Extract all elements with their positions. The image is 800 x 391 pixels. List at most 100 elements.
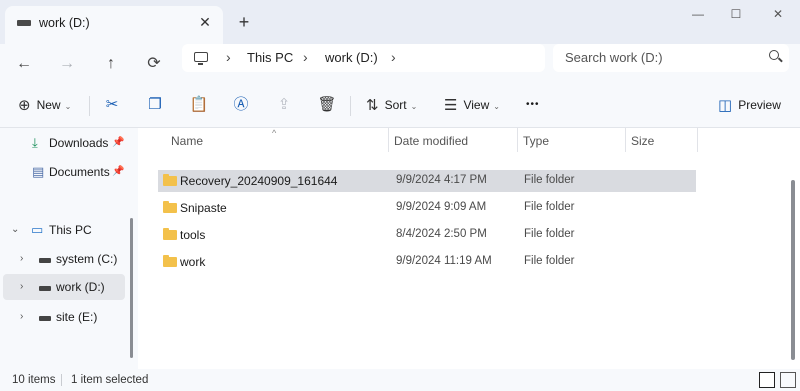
tiles-view-button[interactable] (780, 372, 796, 388)
view-list-icon: ☰ (444, 96, 458, 114)
chevron-right-icon[interactable]: › (226, 49, 231, 65)
file-name: Snipaste (180, 201, 227, 215)
pin-icon[interactable]: 📌 (112, 159, 124, 185)
item-count: 10 items (12, 374, 56, 386)
up-button[interactable]: ↑ (97, 50, 125, 78)
file-type: File folder (524, 228, 575, 240)
command-bar: ⊕ New ⌄ ✂ ❐ 📋 Ⓐ ⇪ 🗑 ⇅ Sort ⌄ ☰ View ⌄ ••• ◫ Pre… (0, 84, 800, 128)
breadcrumb-work-d[interactable]: work (D:) (325, 50, 378, 65)
search-box[interactable]: Search work (D:) (553, 44, 789, 72)
search-icon (769, 50, 779, 60)
sidebar-item-work-d[interactable]: › work (D:) (3, 274, 125, 300)
new-label: New (36, 98, 61, 112)
file-row[interactable]: work 9/9/2024 11:19 AM File folder (158, 251, 696, 273)
sidebar-item-label: This PC (49, 223, 92, 237)
cut-icon[interactable]: ✂ (101, 94, 123, 116)
new-button[interactable]: ⊕ New ⌄ (18, 94, 71, 116)
file-row[interactable]: Snipaste 9/9/2024 9:09 AM File folder (158, 197, 696, 219)
chevron-right-icon[interactable]: › (20, 246, 23, 272)
preview-pane-icon: ◫ (718, 96, 733, 114)
copy-icon[interactable]: ❐ (144, 94, 166, 116)
view-label: View (463, 98, 490, 112)
file-row[interactable]: tools 8/4/2024 2:50 PM File folder (158, 224, 696, 246)
chevron-down-icon: ⌄ (493, 102, 500, 111)
search-input[interactable]: Search work (D:) (565, 50, 663, 65)
chevron-right-icon[interactable]: › (20, 304, 23, 330)
refresh-button[interactable]: ⟳ (140, 50, 168, 78)
plus-circle-icon: ⊕ (18, 96, 31, 114)
sort-label: Sort (384, 98, 407, 112)
preview-button[interactable]: ◫ Preview (718, 94, 781, 116)
tab-close-icon[interactable]: ✕ (197, 14, 213, 30)
breadcrumb-this-pc[interactable]: This PC (247, 50, 293, 65)
sidebar-item-label: Documents (49, 165, 110, 179)
sort-caret-icon: ^ (272, 128, 277, 138)
file-date: 9/9/2024 9:09 AM (396, 201, 487, 213)
sidebar-item-site-e[interactable]: › site (E:) (0, 304, 125, 330)
view-button[interactable]: ☰ View ⌄ (444, 94, 500, 116)
pin-icon[interactable]: 📌 (112, 130, 124, 156)
new-tab-button[interactable]: + (236, 12, 252, 32)
monitor-icon: ▭ (31, 222, 44, 237)
rename-icon[interactable]: Ⓐ (230, 94, 252, 116)
file-date: 9/9/2024 4:17 PM (396, 174, 487, 186)
sidebar-item-system-c[interactable]: › system (C:) (0, 246, 125, 272)
divider (61, 374, 62, 386)
file-list-scrollbar[interactable] (791, 180, 795, 360)
details-view-button[interactable] (759, 372, 775, 388)
sidebar-item-label: site (E:) (56, 310, 98, 324)
download-icon: ⤓ (32, 135, 38, 150)
title-bar: work (D:) ✕ + — ☐ ✕ (0, 0, 800, 44)
selection-count: 1 item selected (71, 374, 149, 386)
folder-icon (163, 174, 177, 186)
column-header-type[interactable]: Type (523, 134, 549, 148)
tab-title: work (D:) (39, 16, 90, 30)
more-options-button[interactable]: ••• (526, 94, 540, 116)
monitor-icon (194, 52, 208, 65)
file-name: tools (180, 228, 206, 242)
status-bar: 10 items 1 item selected (0, 369, 800, 391)
sidebar-scrollbar[interactable] (130, 218, 133, 358)
tab-work-d[interactable]: work (D:) ✕ (5, 6, 223, 44)
back-button[interactable]: ← (10, 50, 38, 78)
column-divider[interactable] (697, 128, 698, 152)
chevron-right-icon[interactable]: › (303, 49, 308, 65)
navigation-pane: ⤓ Downloads 📌 ▤ Documents 📌 ⌄ ▭ This PC … (0, 128, 138, 369)
delete-icon[interactable]: 🗑 (316, 94, 338, 116)
sidebar-item-label: Downloads (49, 136, 109, 150)
file-date: 8/4/2024 2:50 PM (396, 228, 487, 240)
sidebar-item-downloads[interactable]: ⤓ Downloads 📌 (0, 130, 125, 156)
paste-icon[interactable]: 📋 (188, 94, 210, 116)
file-row[interactable]: Recovery_20240909_161644 9/9/2024 4:17 P… (158, 170, 696, 192)
address-bar[interactable]: › This PC › work (D:) › (182, 44, 545, 72)
file-name: work (180, 255, 206, 269)
sort-button[interactable]: ⇅ Sort ⌄ (366, 94, 417, 116)
drive-icon (17, 20, 31, 26)
sidebar-item-documents[interactable]: ▤ Documents 📌 (0, 159, 125, 185)
folder-icon (163, 201, 177, 213)
maximize-button[interactable]: ☐ (724, 4, 748, 24)
folder-icon (163, 228, 177, 240)
chevron-right-icon[interactable]: › (20, 274, 23, 300)
column-divider[interactable] (517, 128, 518, 152)
drive-icon (39, 316, 51, 321)
sidebar-item-label: system (C:) (56, 252, 118, 266)
close-window-button[interactable]: ✕ (766, 4, 790, 24)
chevron-down-icon[interactable]: ⌄ (11, 217, 19, 243)
column-header-name[interactable]: Name (171, 134, 203, 148)
drive-icon (39, 286, 51, 291)
share-icon[interactable]: ⇪ (273, 94, 295, 116)
chevron-right-icon[interactable]: › (391, 49, 396, 65)
sidebar-item-this-pc[interactable]: ⌄ ▭ This PC (0, 217, 125, 243)
forward-button[interactable]: → (53, 50, 81, 78)
column-header-date[interactable]: Date modified (394, 134, 468, 148)
sidebar-item-label: work (D:) (56, 280, 105, 294)
folder-icon (163, 255, 177, 267)
column-divider[interactable] (388, 128, 389, 152)
main-area: ⤓ Downloads 📌 ▤ Documents 📌 ⌄ ▭ This PC … (0, 128, 800, 369)
column-divider[interactable] (625, 128, 626, 152)
column-header-size[interactable]: Size (631, 134, 654, 148)
minimize-icon[interactable]: — (686, 4, 710, 24)
file-type: File folder (524, 255, 575, 267)
chevron-down-icon: ⌄ (64, 102, 72, 111)
